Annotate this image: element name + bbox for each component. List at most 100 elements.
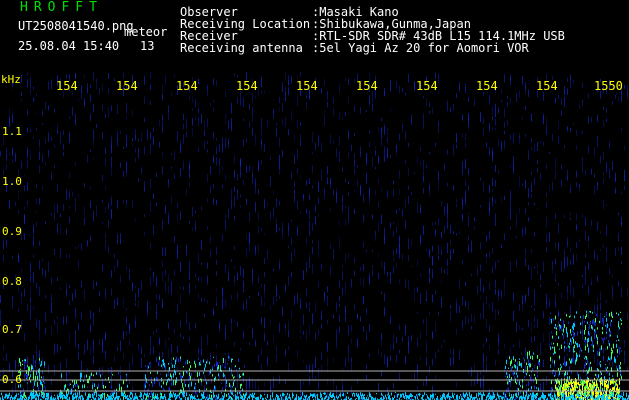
signal-streak bbox=[316, 394, 317, 396]
noise-streak bbox=[531, 182, 532, 192]
signal-streak bbox=[605, 325, 606, 327]
noise-streak bbox=[423, 160, 424, 171]
signal-streak bbox=[551, 380, 552, 385]
noise-streak bbox=[354, 106, 355, 113]
signal-streak bbox=[494, 393, 495, 399]
noise-streak bbox=[570, 280, 571, 284]
noise-streak bbox=[30, 150, 31, 161]
noise-streak bbox=[411, 114, 412, 125]
signal-streak bbox=[512, 366, 513, 369]
signal-streak bbox=[29, 397, 30, 399]
noise-streak bbox=[93, 339, 94, 350]
noise-streak bbox=[510, 164, 511, 169]
noise-streak bbox=[441, 297, 442, 308]
signal-streak bbox=[565, 383, 566, 388]
noise-streak bbox=[423, 176, 424, 182]
noise-streak bbox=[21, 75, 22, 83]
noise-streak bbox=[396, 209, 397, 214]
noise-streak bbox=[456, 204, 457, 207]
noise-streak bbox=[564, 258, 565, 268]
noise-streak bbox=[228, 142, 229, 149]
signal-streak bbox=[117, 396, 118, 400]
signal-streak bbox=[40, 380, 41, 385]
signal-streak bbox=[569, 395, 570, 399]
noise-streak bbox=[309, 210, 310, 220]
signal-streak bbox=[580, 322, 581, 326]
noise-streak bbox=[132, 109, 133, 116]
noise-streak bbox=[339, 84, 340, 93]
signal-streak bbox=[531, 396, 532, 400]
signal-streak bbox=[577, 395, 578, 399]
noise-streak bbox=[618, 96, 619, 102]
signal-streak bbox=[222, 395, 223, 397]
signal-streak bbox=[421, 397, 422, 400]
noise-streak bbox=[204, 298, 205, 302]
noise-streak bbox=[378, 178, 379, 184]
noise-streak bbox=[528, 287, 529, 297]
signal-streak bbox=[324, 392, 325, 395]
signal-streak bbox=[242, 388, 243, 391]
noise-streak bbox=[69, 192, 70, 198]
signal-streak bbox=[93, 396, 94, 400]
signal-streak bbox=[198, 358, 199, 360]
signal-streak bbox=[575, 341, 576, 344]
noise-streak bbox=[366, 330, 367, 341]
signal-streak bbox=[603, 392, 604, 394]
noise-streak bbox=[171, 356, 172, 368]
noise-streak bbox=[468, 212, 469, 216]
signal-streak bbox=[228, 393, 229, 395]
noise-streak bbox=[483, 302, 484, 311]
noise-streak bbox=[384, 124, 385, 135]
signal-streak bbox=[325, 392, 326, 395]
axis-unit: kHz bbox=[1, 73, 21, 86]
noise-streak bbox=[528, 320, 529, 327]
signal-streak bbox=[444, 397, 445, 399]
noise-streak bbox=[150, 242, 151, 250]
noise-streak bbox=[345, 316, 346, 323]
signal-streak bbox=[39, 392, 40, 396]
noise-streak bbox=[486, 296, 487, 305]
noise-streak bbox=[90, 149, 91, 152]
noise-streak bbox=[426, 375, 427, 386]
signal-streak bbox=[124, 395, 125, 398]
signal-streak bbox=[582, 387, 583, 390]
noise-streak bbox=[348, 96, 349, 104]
signal-streak bbox=[121, 392, 122, 397]
noise-streak bbox=[120, 162, 121, 168]
noise-streak bbox=[321, 264, 322, 270]
signal-streak bbox=[621, 322, 622, 325]
noise-streak bbox=[465, 159, 466, 169]
signal-streak bbox=[555, 394, 556, 399]
noise-streak bbox=[276, 298, 277, 302]
signal-streak bbox=[467, 396, 468, 400]
noise-streak bbox=[429, 151, 430, 155]
noise-streak bbox=[594, 354, 595, 363]
noise-streak bbox=[387, 356, 388, 368]
signal-streak bbox=[517, 396, 518, 398]
signal-streak bbox=[489, 396, 490, 399]
noise-streak bbox=[69, 300, 70, 306]
noise-streak bbox=[468, 168, 469, 176]
noise-streak bbox=[348, 78, 349, 85]
noise-streak bbox=[489, 123, 490, 132]
noise-streak bbox=[300, 305, 301, 310]
signal-streak bbox=[127, 395, 128, 397]
noise-streak bbox=[258, 88, 259, 98]
signal-streak bbox=[600, 385, 601, 389]
signal-streak bbox=[253, 395, 254, 398]
signal-streak bbox=[573, 381, 574, 383]
noise-streak bbox=[495, 279, 496, 288]
noise-streak bbox=[309, 325, 310, 335]
noise-streak bbox=[489, 282, 490, 290]
noise-streak bbox=[177, 248, 178, 260]
noise-streak bbox=[72, 293, 73, 301]
signal-streak bbox=[509, 374, 510, 379]
noise-streak bbox=[84, 183, 85, 187]
signal-streak bbox=[557, 325, 558, 327]
noise-streak bbox=[321, 142, 322, 153]
noise-streak bbox=[474, 217, 475, 221]
signal-streak bbox=[31, 393, 32, 398]
signal-streak bbox=[202, 396, 203, 399]
noise-streak bbox=[93, 317, 94, 326]
signal-streak bbox=[198, 378, 199, 383]
